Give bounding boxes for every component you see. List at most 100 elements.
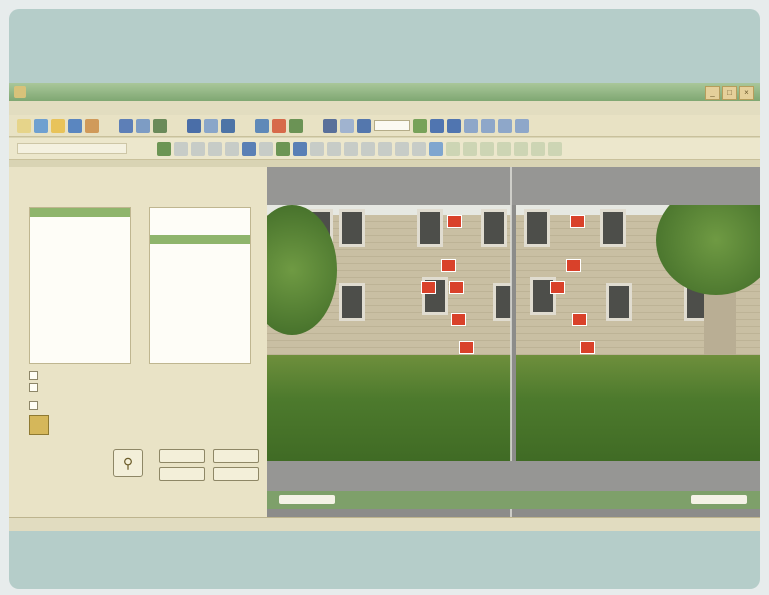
dialog-button-1[interactable] bbox=[159, 449, 205, 463]
tool-o-icon[interactable] bbox=[497, 141, 511, 156]
zoom-in-icon[interactable] bbox=[430, 118, 444, 133]
right-photo[interactable] bbox=[516, 205, 760, 461]
dialog-button-3[interactable] bbox=[159, 467, 205, 481]
list-item[interactable] bbox=[150, 244, 250, 253]
minimize-icon[interactable]: _ bbox=[705, 86, 720, 100]
tool-g-icon[interactable] bbox=[361, 141, 375, 156]
zoom-out-icon[interactable] bbox=[447, 118, 461, 133]
grid-icon[interactable] bbox=[464, 118, 478, 133]
frame-icon[interactable] bbox=[481, 118, 495, 133]
shape-icon[interactable] bbox=[272, 118, 286, 133]
left-photo[interactable] bbox=[267, 205, 511, 461]
tool-e-icon[interactable] bbox=[327, 141, 341, 156]
list-item[interactable] bbox=[150, 208, 250, 217]
stereo-viewer[interactable] bbox=[267, 167, 760, 517]
option-checkbox-1[interactable] bbox=[29, 371, 41, 380]
stereo-icon[interactable] bbox=[242, 141, 256, 156]
list-item[interactable] bbox=[30, 271, 130, 280]
tie-point-marker[interactable] bbox=[572, 313, 587, 326]
checkbox-box[interactable] bbox=[29, 371, 38, 380]
magnifier-icon[interactable]: ⚲ bbox=[113, 449, 143, 477]
option-checkbox-3[interactable] bbox=[29, 401, 41, 410]
tie-point-marker[interactable] bbox=[421, 281, 436, 294]
list-item[interactable] bbox=[30, 262, 130, 271]
hand-icon[interactable] bbox=[340, 118, 354, 133]
zoom-icon[interactable] bbox=[357, 118, 371, 133]
option-checkbox-2[interactable] bbox=[29, 383, 41, 392]
tie-point-marker[interactable] bbox=[580, 341, 595, 354]
line-tool-icon[interactable] bbox=[174, 141, 188, 156]
tie-point-marker[interactable] bbox=[570, 215, 585, 228]
export-icon[interactable] bbox=[85, 118, 99, 133]
list-item[interactable] bbox=[150, 235, 250, 244]
tie-point-icon[interactable] bbox=[276, 141, 290, 156]
edit-tool-icon[interactable] bbox=[208, 141, 222, 156]
list-item[interactable] bbox=[30, 235, 130, 244]
point-tool-icon[interactable] bbox=[157, 141, 171, 156]
tool-d-icon[interactable] bbox=[310, 141, 324, 156]
tie-point-marker[interactable] bbox=[459, 341, 474, 354]
tool-k-icon[interactable] bbox=[429, 141, 443, 156]
dialog-button-4[interactable] bbox=[213, 467, 259, 481]
tool-q-icon[interactable] bbox=[531, 141, 545, 156]
tool-b-icon[interactable] bbox=[136, 118, 150, 133]
tool-r-icon[interactable] bbox=[548, 141, 562, 156]
zoom-apply-icon[interactable] bbox=[413, 118, 427, 133]
tool-i-icon[interactable] bbox=[395, 141, 409, 156]
map-icon[interactable] bbox=[289, 118, 303, 133]
cut-icon[interactable] bbox=[187, 118, 201, 133]
paste-icon[interactable] bbox=[221, 118, 235, 133]
scroll-thumb[interactable] bbox=[691, 495, 747, 504]
maximize-icon[interactable]: □ bbox=[722, 86, 737, 100]
poly-tool-icon[interactable] bbox=[191, 141, 205, 156]
layer-icon[interactable] bbox=[255, 118, 269, 133]
copy-icon[interactable] bbox=[204, 118, 218, 133]
marker-tool-icon[interactable] bbox=[293, 141, 307, 156]
toolbar-separator bbox=[102, 119, 116, 133]
tool-c-icon[interactable] bbox=[153, 118, 167, 133]
list-item[interactable] bbox=[30, 208, 130, 217]
panel-icon[interactable] bbox=[498, 118, 512, 133]
tool-j-icon[interactable] bbox=[412, 141, 426, 156]
grass bbox=[516, 355, 760, 461]
tie-point-marker[interactable] bbox=[449, 281, 464, 294]
folder-icon[interactable] bbox=[51, 118, 65, 133]
new-icon[interactable] bbox=[17, 118, 31, 133]
move-tool-icon[interactable] bbox=[225, 141, 239, 156]
tie-point-marker[interactable] bbox=[451, 313, 466, 326]
dialog-button-2[interactable] bbox=[213, 449, 259, 463]
app-icon bbox=[14, 86, 26, 98]
list-item[interactable] bbox=[30, 226, 130, 235]
close-icon[interactable]: × bbox=[739, 86, 754, 100]
measure-icon[interactable] bbox=[259, 141, 273, 156]
list-item[interactable] bbox=[150, 217, 250, 226]
open-icon[interactable] bbox=[34, 118, 48, 133]
pointer-icon[interactable] bbox=[323, 118, 337, 133]
tie-point-marker[interactable] bbox=[566, 259, 581, 272]
tie-point-marker[interactable] bbox=[441, 259, 456, 272]
tool-h-icon[interactable] bbox=[378, 141, 392, 156]
zoom-field[interactable] bbox=[374, 120, 410, 131]
checkbox-box[interactable] bbox=[29, 383, 38, 392]
tool-n-icon[interactable] bbox=[480, 141, 494, 156]
left-list[interactable] bbox=[29, 207, 131, 364]
tool-f-icon[interactable] bbox=[344, 141, 358, 156]
scroll-thumb[interactable] bbox=[279, 495, 335, 504]
right-list[interactable] bbox=[149, 207, 251, 364]
horizontal-scrollbar[interactable] bbox=[267, 491, 760, 509]
list-item[interactable] bbox=[30, 244, 130, 253]
list-item[interactable] bbox=[150, 226, 250, 235]
list-item[interactable] bbox=[30, 280, 130, 289]
tool-a-icon[interactable] bbox=[119, 118, 133, 133]
list-item[interactable] bbox=[30, 217, 130, 226]
checkbox-box[interactable] bbox=[29, 401, 38, 410]
save-icon[interactable] bbox=[68, 118, 82, 133]
layer-select[interactable] bbox=[17, 143, 127, 154]
tie-point-marker[interactable] bbox=[447, 215, 462, 228]
tool-l-icon[interactable] bbox=[446, 141, 460, 156]
tool-p-icon[interactable] bbox=[514, 141, 528, 156]
list-item[interactable] bbox=[30, 253, 130, 262]
window-icon[interactable] bbox=[515, 118, 529, 133]
tool-m-icon[interactable] bbox=[463, 141, 477, 156]
tie-point-marker[interactable] bbox=[550, 281, 565, 294]
